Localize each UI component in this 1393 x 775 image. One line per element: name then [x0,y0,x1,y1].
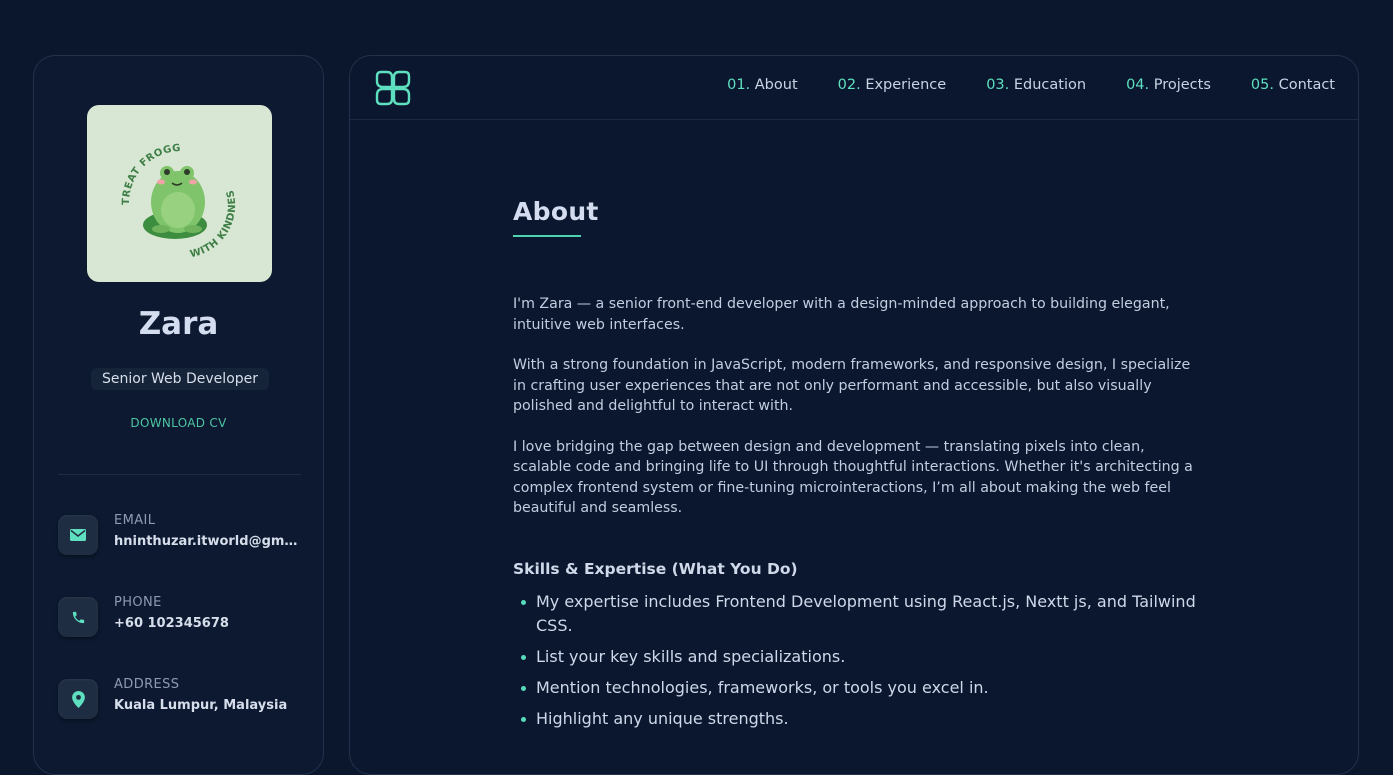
section-title: About [513,197,599,226]
nav-contact[interactable]: 05. Contact [1251,77,1335,93]
role-badge: Senior Web Developer [91,368,270,390]
sidebar-divider [58,474,301,475]
frog-illustration: TREAT FROGGIES WITH KINDNESS [87,105,238,260]
list-item: Highlight any unique strengths. [513,707,1203,731]
contact-label: ADDRESS [114,677,180,692]
contact-label: PHONE [114,595,162,610]
top-navbar: 01. About 02. Experience 03. Education 0… [350,56,1358,120]
contact-label: EMAIL [114,513,156,528]
skills-heading: Skills & Expertise (What You Do) [513,559,798,578]
address-value: Kuala Lumpur, Malaysia [114,698,288,713]
avatar: TREAT FROGGIES WITH KINDNESS [87,105,272,282]
list-item: My expertise includes Frontend Developme… [513,590,1203,638]
about-section: About I'm Zara — a senior front-end deve… [513,197,1203,738]
flower-logo-icon[interactable] [375,70,411,106]
main-nav: 01. About 02. Experience 03. Education 0… [727,77,1335,93]
title-underline [513,235,581,237]
nav-education[interactable]: 03. Education [986,77,1086,93]
about-paragraph: With a strong foundation in JavaScript, … [513,357,1191,414]
nav-experience[interactable]: 02. Experience [838,77,947,93]
skills-list: My expertise includes Frontend Developme… [513,590,1203,731]
mail-icon [58,515,98,555]
profile-sidebar: TREAT FROGGIES WITH KINDNESS Zara Senior… [33,55,324,775]
phone-value[interactable]: +60 102345678 [114,616,304,631]
nav-projects[interactable]: 04. Projects [1126,77,1211,93]
profile-name: Zara [138,306,219,342]
download-cv-link[interactable]: DOWNLOAD CV [34,416,323,430]
contact-address: ADDRESS Kuala Lumpur, Malaysia [58,675,308,721]
list-item: List your key skills and specializations… [513,645,1203,669]
email-value[interactable]: hninthuzar.itworld@gmail.com [114,534,304,549]
list-item: Mention technologies, frameworks, or too… [513,676,1203,700]
phone-icon [58,597,98,637]
nav-about[interactable]: 01. About [727,77,798,93]
main-panel: 01. About 02. Experience 03. Education 0… [349,55,1359,775]
contact-phone: PHONE +60 102345678 [58,593,308,639]
about-paragraph: I love bridging the gap between design a… [513,438,1193,517]
location-pin-icon [58,679,98,719]
about-paragraph: I'm Zara — a senior front-end developer … [513,296,1170,333]
contact-email: EMAIL hninthuzar.itworld@gmail.com [58,511,308,557]
